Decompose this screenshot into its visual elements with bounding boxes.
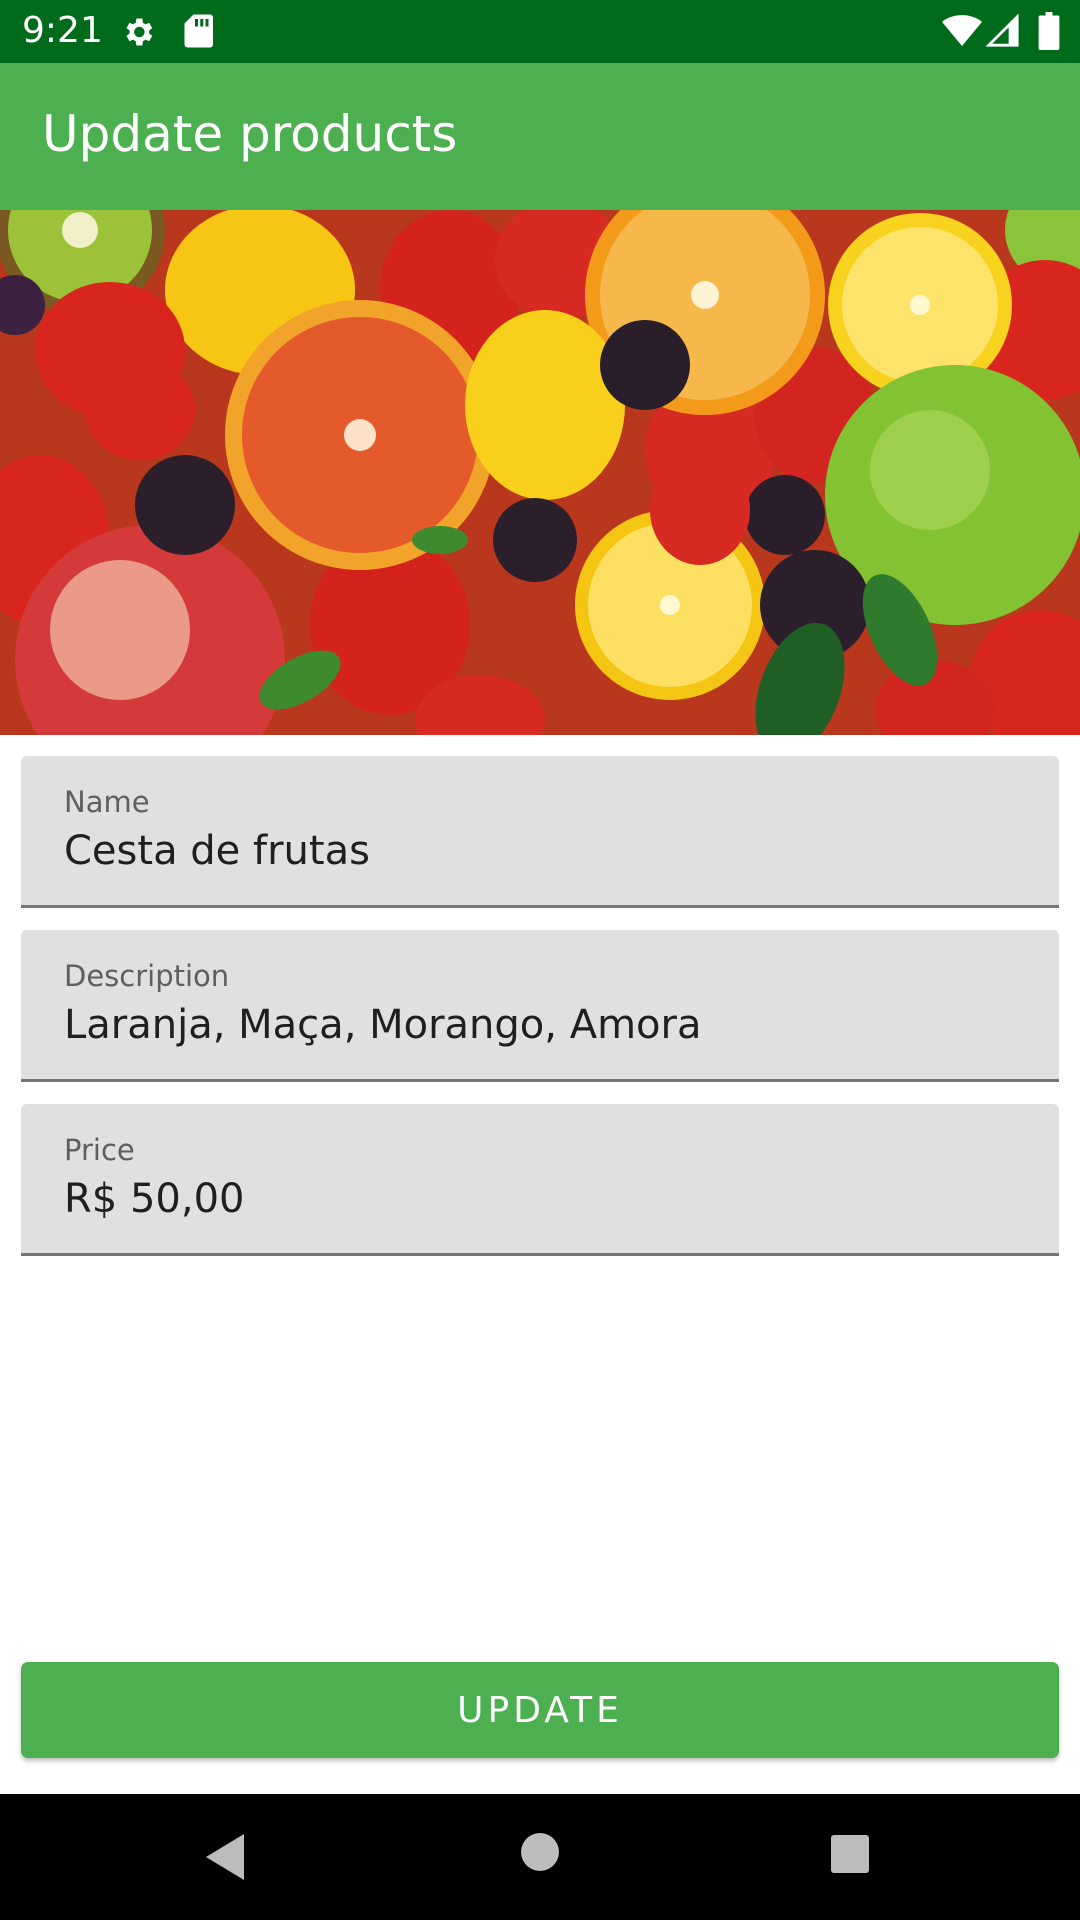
name-label: Name — [64, 785, 150, 819]
price-label: Price — [64, 1133, 135, 1167]
gear-icon — [126, 18, 153, 46]
description-input[interactable] — [64, 1000, 1024, 1050]
page-title: Update products — [42, 105, 458, 163]
price-field[interactable]: Price — [21, 1104, 1059, 1256]
home-icon[interactable] — [520, 1832, 560, 1872]
update-button[interactable]: UPDATE — [21, 1662, 1059, 1758]
battery-icon — [1038, 12, 1060, 50]
status-time: 9:21 — [22, 10, 103, 51]
wifi-icon — [942, 15, 982, 46]
name-input[interactable] — [64, 826, 1024, 876]
back-icon[interactable] — [204, 1832, 248, 1882]
name-field[interactable]: Name — [21, 756, 1059, 908]
product-image — [0, 210, 1080, 735]
description-label: Description — [64, 959, 230, 993]
price-input[interactable] — [64, 1174, 1024, 1224]
status-bar: 9:21 — [0, 0, 1080, 63]
fruit-illustration — [0, 210, 1080, 735]
app-bar: Update products — [0, 63, 1080, 210]
navigation-bar — [0, 1794, 1080, 1920]
recents-icon[interactable] — [830, 1834, 870, 1874]
sd-card-icon — [184, 14, 213, 48]
signal-icon — [986, 14, 1019, 47]
description-field[interactable]: Description — [21, 930, 1059, 1082]
